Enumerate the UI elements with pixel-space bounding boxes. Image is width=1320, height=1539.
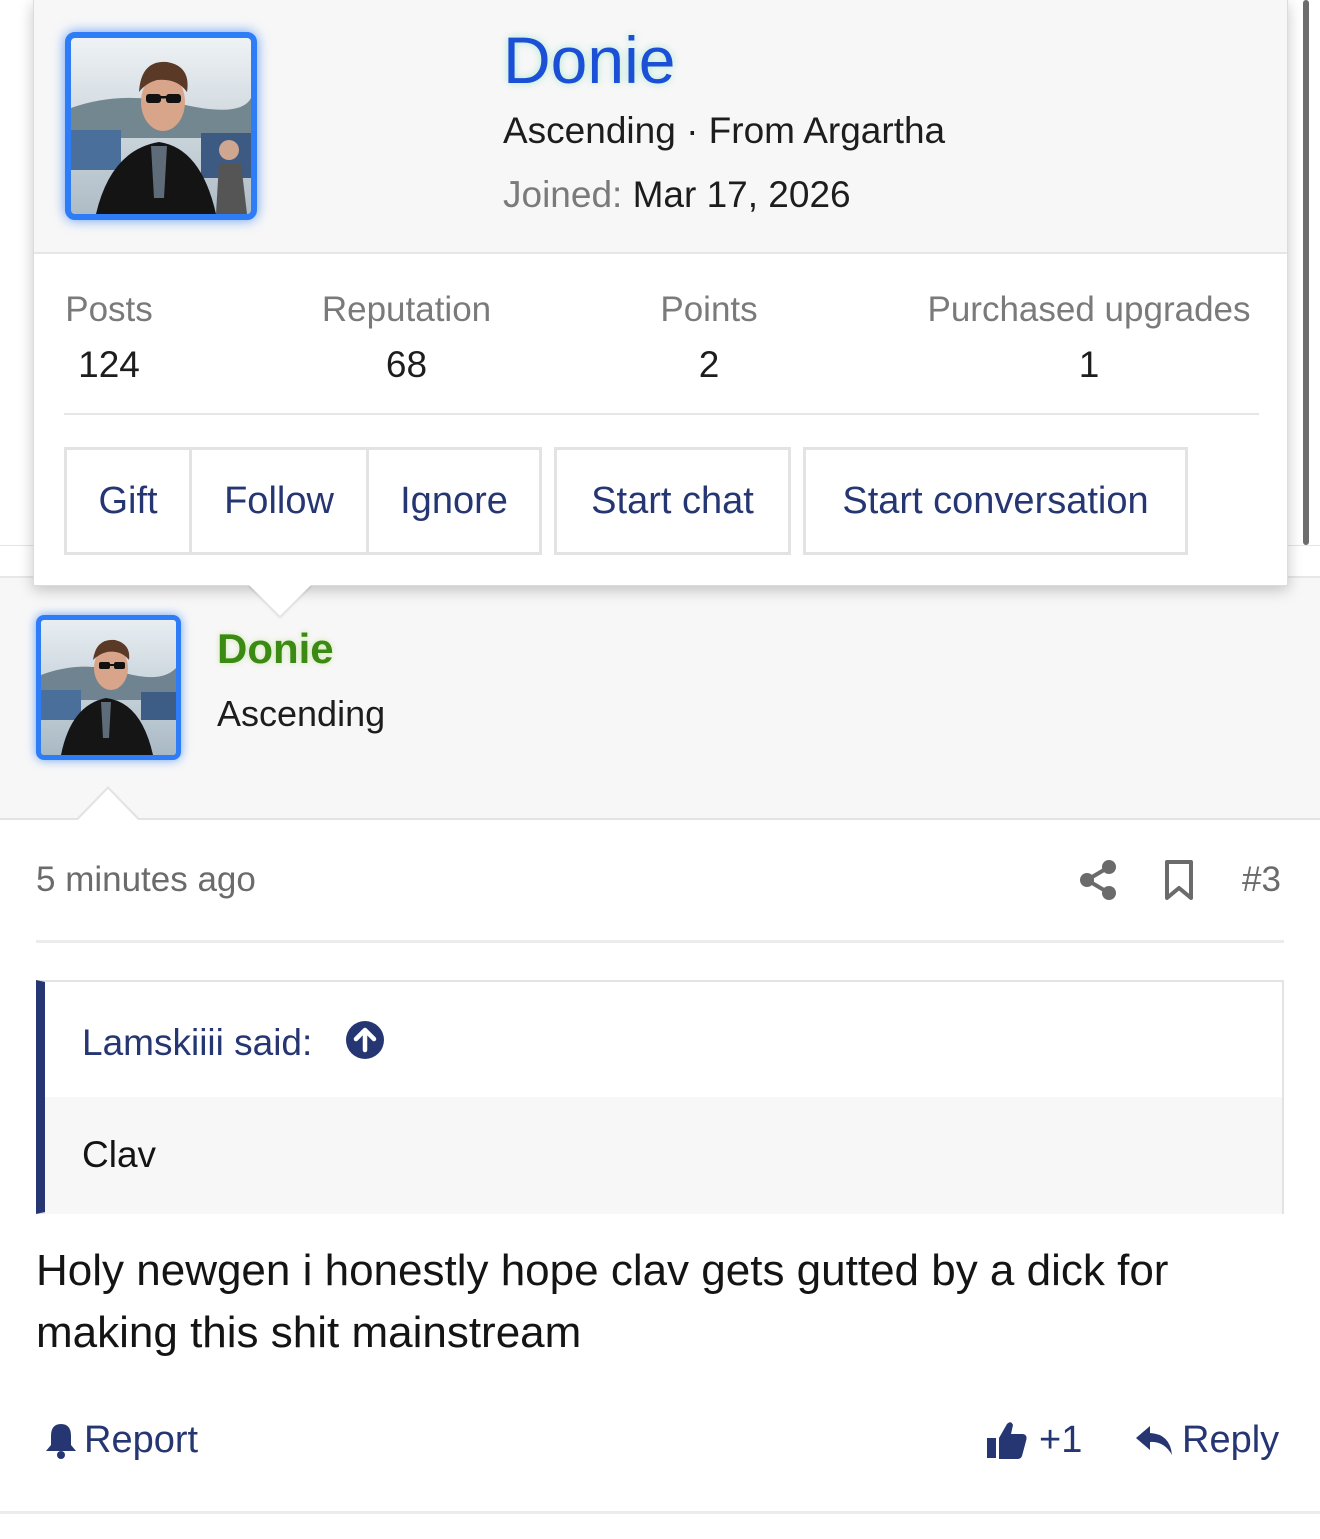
stat-label: Purchased upgrades bbox=[927, 290, 1251, 329]
gift-button[interactable]: Gift bbox=[64, 447, 192, 555]
joined-date: Mar 17, 2026 bbox=[632, 174, 851, 215]
quote-header: Lamskiiii said: bbox=[45, 982, 1282, 1097]
ignore-button[interactable]: Ignore bbox=[366, 447, 542, 555]
quote-text: Clav bbox=[82, 1134, 157, 1175]
scrollbar[interactable] bbox=[1300, 0, 1310, 545]
member-tooltip-card: Donie Ascending · From Argartha Joined: … bbox=[33, 0, 1288, 586]
follow-button[interactable]: Follow bbox=[189, 447, 369, 555]
like-button[interactable]: +1 bbox=[985, 1415, 1082, 1465]
start-chat-button[interactable]: Start chat bbox=[554, 447, 791, 555]
post-username[interactable]: Donie bbox=[217, 625, 334, 673]
divider bbox=[36, 940, 1284, 943]
quote-author[interactable]: Lamskiiii said: bbox=[82, 1022, 312, 1064]
reaction-count: +1 bbox=[1039, 1418, 1083, 1461]
reply-arrow-icon bbox=[1136, 1426, 1172, 1455]
stat-reputation: Reputation 68 bbox=[314, 290, 499, 386]
stat-label: Points bbox=[660, 290, 758, 329]
reply-label: Reply bbox=[1182, 1418, 1280, 1461]
avatar-photo bbox=[71, 38, 251, 214]
stat-value: 2 bbox=[698, 344, 720, 385]
stat-value: 68 bbox=[385, 344, 428, 385]
divider bbox=[64, 413, 1259, 415]
stat-posts[interactable]: Posts 124 bbox=[64, 290, 154, 386]
member-joined: Joined: Mar 17, 2026 bbox=[503, 174, 851, 216]
tooltip-pointer bbox=[248, 584, 312, 616]
arrow-up-circle-icon[interactable] bbox=[345, 1020, 385, 1060]
post-user-title: Ascending bbox=[217, 693, 386, 734]
divider bbox=[0, 1511, 1320, 1514]
stat-purchased-upgrades: Purchased upgrades 1 bbox=[919, 290, 1259, 386]
joined-label: Joined: bbox=[503, 174, 623, 215]
share-icon[interactable] bbox=[1078, 858, 1118, 902]
stat-label: Reputation bbox=[321, 290, 492, 329]
message-pointer bbox=[75, 786, 141, 821]
quote-block: Lamskiiii said: Clav bbox=[36, 980, 1284, 1214]
stat-points: Points 2 bbox=[644, 290, 774, 386]
stat-value: 124 bbox=[78, 344, 140, 385]
post-timestamp[interactable]: 5 minutes ago bbox=[36, 860, 256, 900]
post-user-bar bbox=[0, 578, 1320, 820]
bookmark-icon[interactable] bbox=[1162, 858, 1196, 902]
bell-icon bbox=[46, 1424, 76, 1459]
reply-button[interactable]: Reply bbox=[1134, 1415, 1279, 1465]
report-label: Report bbox=[84, 1418, 199, 1461]
stat-label: Posts bbox=[65, 290, 153, 329]
post-avatar[interactable] bbox=[36, 615, 181, 760]
start-conversation-button[interactable]: Start conversation bbox=[803, 447, 1188, 555]
quote-body: Clav bbox=[45, 1097, 1282, 1214]
member-avatar[interactable] bbox=[65, 32, 257, 220]
stat-value: 1 bbox=[1078, 344, 1100, 385]
post-message: Holy newgen i honestly hope clav gets gu… bbox=[36, 1246, 1169, 1357]
post-number-link[interactable]: #3 bbox=[1242, 860, 1281, 900]
report-button[interactable]: Report bbox=[44, 1415, 198, 1465]
avatar-photo bbox=[41, 620, 176, 755]
member-title-location: Ascending · From Argartha bbox=[503, 110, 946, 151]
member-tooltip-header: Donie Ascending · From Argartha Joined: … bbox=[34, 0, 1287, 254]
member-username[interactable]: Donie bbox=[503, 22, 675, 98]
thumbs-up-icon bbox=[987, 1422, 1027, 1459]
